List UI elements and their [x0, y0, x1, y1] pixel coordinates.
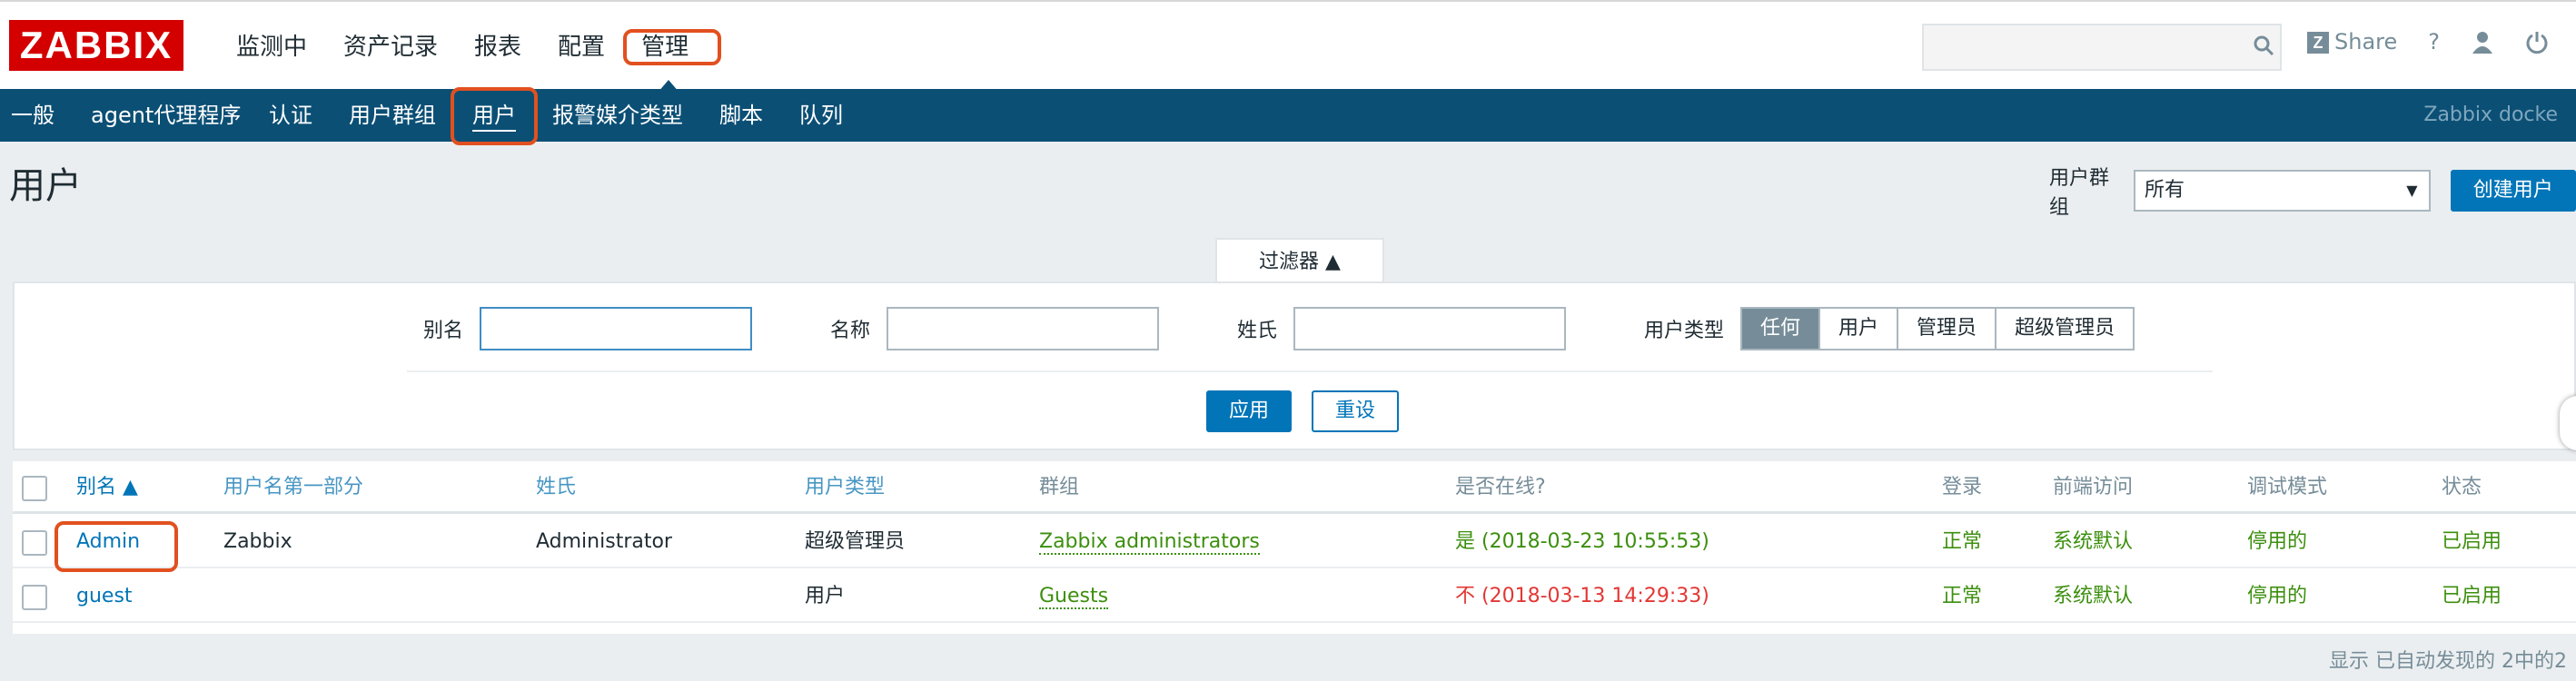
table-row: guest 用户 Guests 不 (2018-03-13 14:29:33) …: [13, 570, 2576, 623]
user-type-cell: 超级管理员: [805, 530, 906, 553]
menu-inventory[interactable]: 资产记录: [325, 27, 456, 67]
alias-link[interactable]: guest: [76, 570, 133, 623]
surname-label: 姓氏: [1237, 320, 1278, 342]
sub-menu: 一般 agent代理程序 认证 用户群组 用户 报警媒介类型 脚本 队列 Zab…: [0, 89, 2576, 142]
col-login: 登录: [1942, 476, 1983, 498]
user-group-select[interactable]: 所有 ▼: [2134, 170, 2431, 212]
group-link[interactable]: Zabbix administrators: [1039, 516, 1260, 568]
user-profile-icon[interactable]: [2471, 30, 2494, 54]
menu-configuration[interactable]: 配置: [540, 27, 623, 67]
col-surname[interactable]: 姓氏: [536, 461, 576, 514]
submenu-authentication[interactable]: 认证: [269, 89, 312, 142]
sign-out-icon[interactable]: [2525, 30, 2549, 54]
status-toggle[interactable]: 已启用: [2442, 570, 2502, 623]
menu-reports[interactable]: 报表: [456, 27, 540, 67]
highlight-admin-row: [54, 521, 178, 572]
type-any-option[interactable]: 任何: [1742, 309, 1821, 349]
debug-mode[interactable]: 停用的: [2247, 570, 2307, 623]
submenu-proxies[interactable]: agent代理程序: [91, 89, 241, 142]
submenu-scripts[interactable]: 脚本: [719, 89, 763, 142]
filter-type-row: 用户类型 任何 用户 管理员 超级管理员: [1644, 307, 2135, 350]
highlight-menu-administration: [623, 29, 721, 65]
online-status: 不 (2018-03-13 14:29:33): [1455, 585, 1709, 607]
col-groups: 群组: [1039, 476, 1080, 498]
menu-monitoring[interactable]: 监测中: [218, 27, 325, 67]
surname-cell: Administrator: [536, 530, 672, 553]
submenu-general[interactable]: 一般: [11, 89, 54, 142]
filter-name-row: 名称: [830, 307, 1160, 350]
server-brand: Zabbix docke: [2423, 104, 2558, 126]
submenu-user-groups[interactable]: 用户群组: [349, 89, 436, 142]
user-type-label: 用户类型: [1644, 320, 1725, 342]
login-status: 正常: [1942, 530, 1983, 553]
row-checkbox[interactable]: [22, 530, 47, 556]
filter-tab[interactable]: 过滤器 ▲: [1215, 238, 1384, 283]
alias-input[interactable]: [480, 307, 753, 350]
apply-button[interactable]: 应用: [1206, 390, 1292, 432]
search-icon[interactable]: [2253, 35, 2274, 56]
login-status: 正常: [1942, 585, 1983, 607]
top-bar: ZABBIX 监测中 资产记录 报表 配置 管理 Z Share ?: [0, 0, 2576, 93]
filter-divider: [407, 370, 2213, 372]
col-online: 是否在线?: [1455, 476, 1546, 498]
col-user-type[interactable]: 用户类型: [805, 461, 885, 514]
table-header-row: 别名 ▲ 用户名第一部分 姓氏 用户类型 群组 是否在线? 登录 前端访问 调试…: [13, 461, 2576, 514]
share-icon: Z: [2307, 32, 2329, 54]
type-superadmin-option[interactable]: 超级管理员: [1996, 309, 2133, 349]
zabbix-logo[interactable]: ZABBIX: [9, 20, 183, 71]
name-cell: Zabbix: [223, 530, 292, 553]
col-name[interactable]: 用户名第一部分: [223, 461, 363, 514]
highlight-submenu-users: [451, 87, 538, 145]
name-input[interactable]: [887, 307, 1160, 350]
header-controls: 用户群组 所有 ▼ 创建用户: [2049, 162, 2576, 220]
name-label: 名称: [830, 320, 871, 342]
help-icon[interactable]: ?: [2428, 29, 2440, 54]
user-type-segmented: 任何 用户 管理员 超级管理员: [1740, 307, 2135, 350]
submenu-media-types[interactable]: 报警媒介类型: [552, 89, 683, 142]
col-alias[interactable]: 别名 ▲: [76, 461, 138, 514]
share-link[interactable]: Z Share: [2307, 29, 2397, 54]
type-admin-option[interactable]: 管理员: [1898, 309, 1997, 349]
online-status: 是 (2018-03-23 10:55:53): [1455, 530, 1709, 553]
row-checkbox[interactable]: [22, 585, 47, 610]
create-user-button[interactable]: 创建用户: [2450, 170, 2576, 212]
status-toggle[interactable]: 已启用: [2442, 516, 2502, 568]
alias-label: 别名: [423, 320, 464, 342]
scroll-handle[interactable]: [2560, 396, 2576, 450]
user-type-cell: 用户: [805, 585, 846, 607]
submenu-queue[interactable]: 队列: [799, 89, 843, 142]
table-row: Admin Zabbix Administrator 超级管理员 Zabbix …: [13, 516, 2576, 568]
top-tools: Z Share ?: [2307, 29, 2549, 54]
filter-panel: 别名 名称 姓氏 用户类型 任何 用户 管理员 超级管理员 应用 重设: [13, 281, 2576, 450]
dropdown-arrow-icon: ▼: [2406, 182, 2418, 199]
table-footer-count: 显示 已自动发现的 2中的2: [2329, 650, 2567, 673]
filter-alias-row: 别名: [423, 307, 753, 350]
col-debug: 调试模式: [2247, 476, 2328, 498]
select-all-checkbox[interactable]: [22, 476, 47, 501]
users-table: 别名 ▲ 用户名第一部分 姓氏 用户类型 群组 是否在线? 登录 前端访问 调试…: [13, 461, 2576, 634]
surname-input[interactable]: [1293, 307, 1567, 350]
page-title: 用户: [9, 165, 82, 207]
frontend-access[interactable]: 系统默认: [2053, 570, 2133, 623]
filter-surname-row: 姓氏: [1237, 307, 1567, 350]
user-group-label: 用户群组: [2049, 167, 2110, 219]
search-input[interactable]: [1922, 24, 2282, 71]
type-user-option[interactable]: 用户: [1820, 309, 1899, 349]
col-status: 状态: [2442, 476, 2482, 498]
frontend-access[interactable]: 系统默认: [2053, 516, 2133, 568]
group-link[interactable]: Guests: [1039, 570, 1109, 623]
col-frontend: 前端访问: [2053, 476, 2134, 498]
debug-mode[interactable]: 停用的: [2247, 516, 2307, 568]
reset-button[interactable]: 重设: [1312, 390, 1399, 432]
